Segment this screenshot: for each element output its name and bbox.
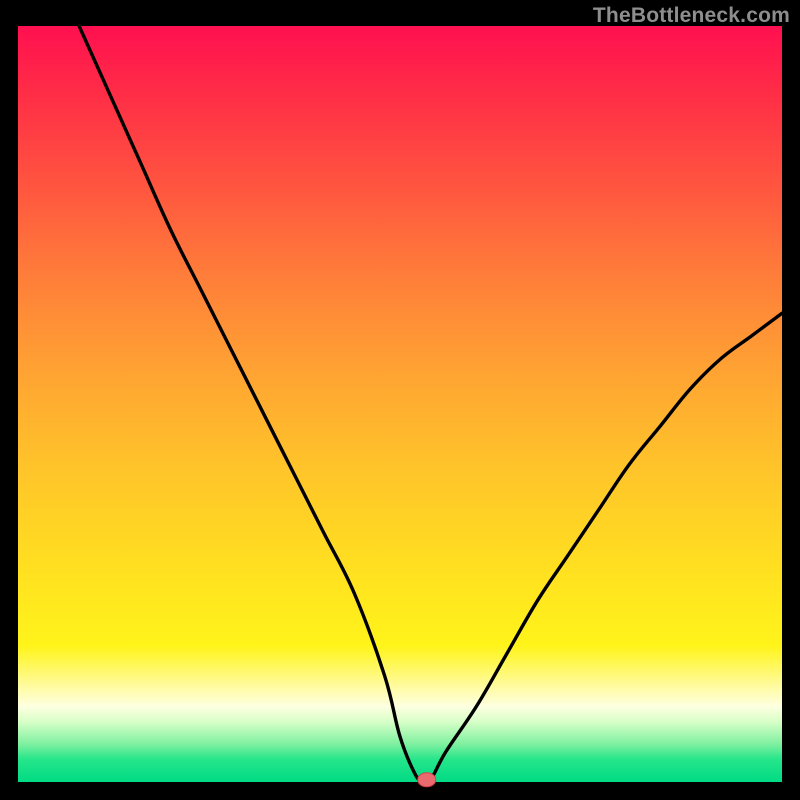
attribution-label: TheBottleneck.com: [593, 4, 790, 28]
plot-area: [18, 26, 782, 782]
chart-frame: TheBottleneck.com 0 100 0 100: [0, 0, 800, 800]
